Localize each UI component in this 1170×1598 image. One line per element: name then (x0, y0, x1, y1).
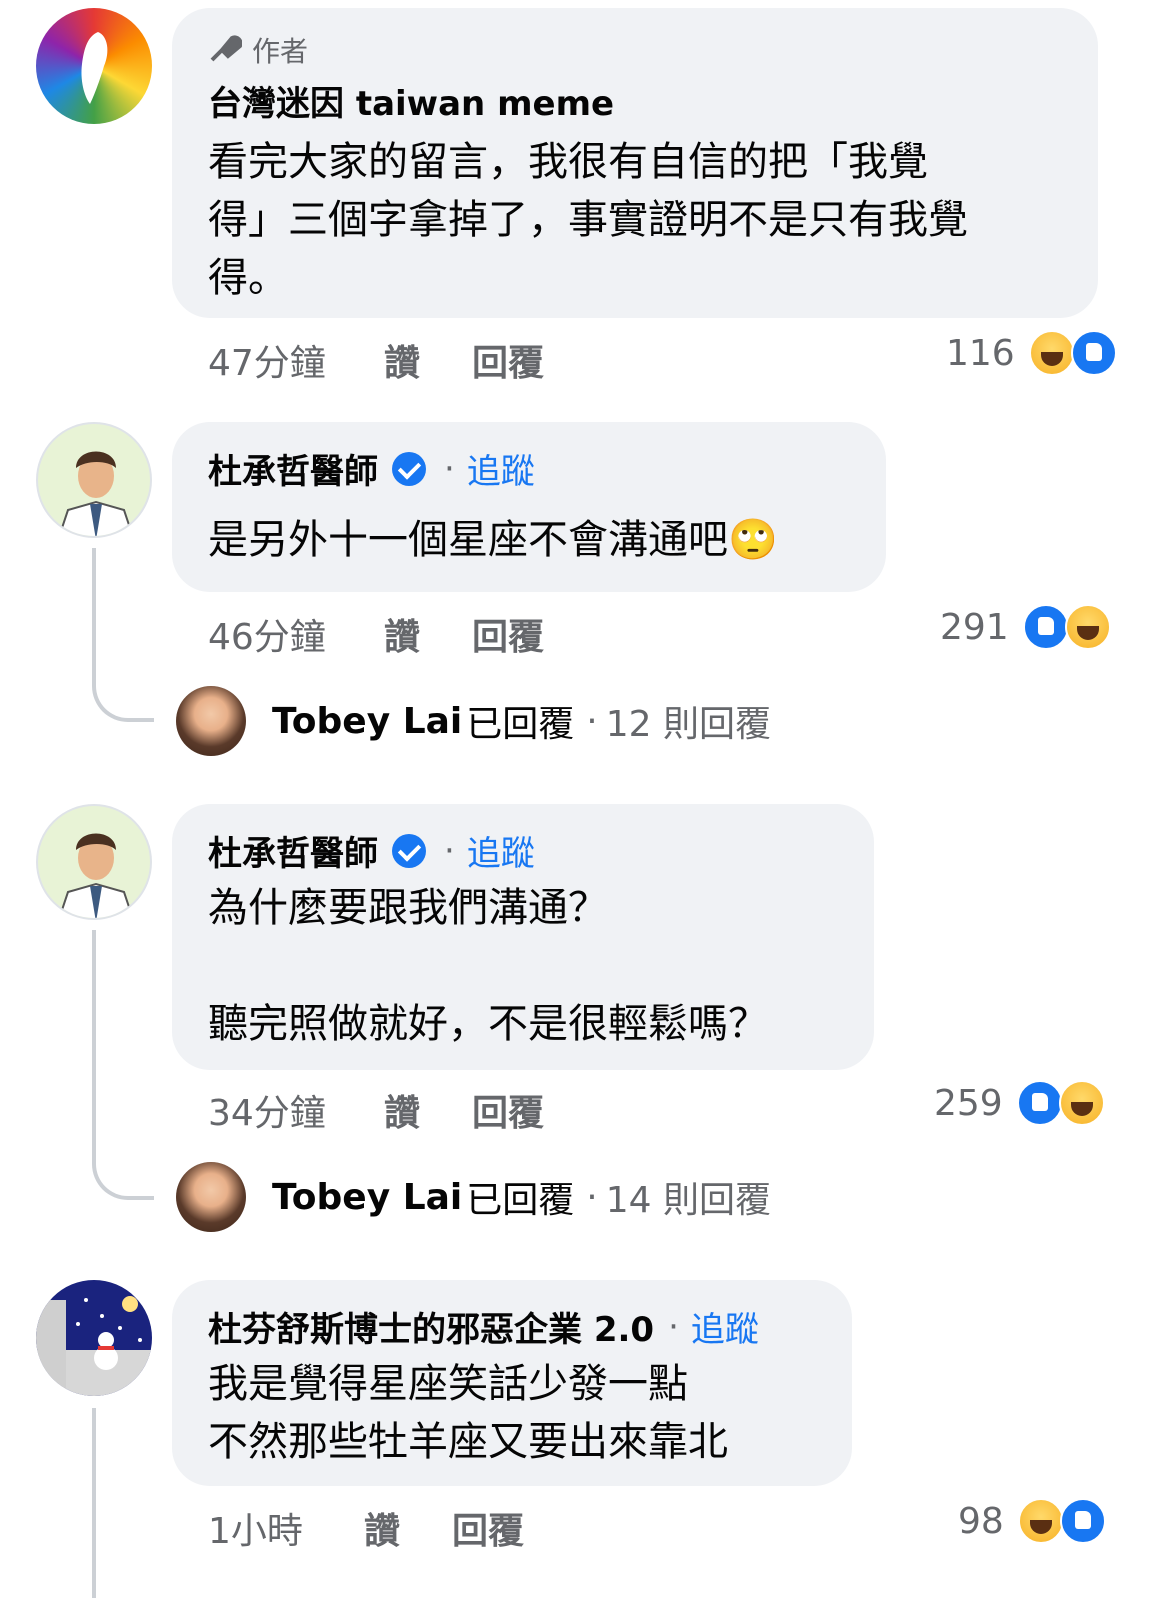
avatar-doctor[interactable] (36, 804, 152, 920)
like-button[interactable]: 讚 (384, 608, 472, 660)
haha-icon (1028, 330, 1075, 376)
avatar-taiwan-meme[interactable] (36, 8, 152, 124)
separator-dot: · (586, 700, 598, 742)
reply-author-name: Tobey Lai (272, 700, 463, 742)
comment-text-line: 聽完照做就好，不是很輕鬆嗎？ (208, 1001, 768, 1047)
follow-button[interactable]: 追蹤 (691, 1302, 759, 1351)
reply-count: 12 則回覆 (605, 704, 771, 745)
author-badge: 作者 (208, 30, 1062, 70)
comment-text: 我是覺得星座笑話少發一點 不然那些牡羊座又要出來靠北 (208, 1355, 816, 1471)
separator-dot: · (586, 1176, 598, 1218)
reaction-count: 116 (946, 332, 1015, 374)
haha-icon (1064, 604, 1111, 650)
reply-author-name: Tobey Lai (272, 1176, 463, 1218)
author-badge-label: 作者 (252, 35, 309, 68)
replied-label: 已回覆 (466, 704, 575, 745)
replies-link[interactable]: Tobey Lai 已回覆 · 12 則回覆 (176, 686, 771, 756)
replied-label: 已回覆 (466, 1180, 575, 1221)
reply-button[interactable]: 回覆 (472, 608, 544, 660)
reaction-count: 259 (934, 1082, 1003, 1124)
timestamp[interactable]: 34分鐘 (208, 1084, 384, 1136)
microphone-icon (208, 32, 243, 69)
commenter-name-row: 杜承哲醫師 · 追蹤 (208, 444, 850, 493)
comment-text: 為什麼要跟我們溝通？ 聽完照做就好，不是很輕鬆嗎？ (208, 879, 838, 1053)
commenter-name[interactable]: 杜承哲醫師 (208, 444, 378, 493)
like-icon (1022, 604, 1069, 650)
timestamp[interactable]: 47分鐘 (208, 334, 384, 386)
comment-bubble: 杜承哲醫師 · 追蹤 為什麼要跟我們溝通？ 聽完照做就好，不是很輕鬆嗎？ (172, 804, 874, 1070)
like-icon (1059, 1498, 1106, 1544)
reply-count: 14 則回覆 (605, 1180, 771, 1221)
comment-actions: 1小時 讚 回覆 (208, 1502, 524, 1554)
comment-text-line: 得。 (208, 255, 288, 301)
commenter-name-row: 杜承哲醫師 · 追蹤 (208, 826, 838, 875)
comment-bubble: 作者 台灣迷因 taiwan meme 看完大家的留言，我很有自信的把「我覺 得… (172, 8, 1098, 318)
separator-dot: · (668, 1306, 679, 1347)
commenter-name[interactable]: 台灣迷因 taiwan meme (208, 76, 1062, 125)
thread-connector (92, 548, 154, 722)
comment-bubble: 杜承哲醫師 · 追蹤 是另外十一個星座不會溝通吧🙄 (172, 422, 886, 592)
doctor-portrait (58, 451, 134, 536)
timestamp[interactable]: 1小時 (208, 1502, 364, 1554)
comment-text-line (208, 937, 838, 995)
commenter-name[interactable]: 杜承哲醫師 (208, 826, 378, 875)
comment-text-line: 為什麼要跟我們溝通？ (208, 885, 608, 931)
taiwan-map-icon (81, 32, 108, 104)
reply-button[interactable]: 回覆 (452, 1502, 524, 1554)
reaction-summary[interactable]: 98 (958, 1498, 1106, 1544)
comment-bubble: 杜芬舒斯博士的邪惡企業 2.0 · 追蹤 我是覺得星座笑話少發一點 不然那些牡羊… (172, 1280, 852, 1486)
verified-badge-icon (392, 451, 426, 486)
comment-text-line: 得」三個字拿掉了，事實證明不是只有我覺 (208, 197, 968, 243)
avatar-doctor[interactable] (36, 422, 152, 538)
replies-link[interactable]: Tobey Lai 已回覆 · 14 則回覆 (176, 1162, 771, 1232)
like-icon (1016, 1080, 1063, 1126)
reaction-count: 291 (940, 606, 1009, 648)
comment-actions: 46分鐘 讚 回覆 (208, 608, 544, 660)
reaction-count: 98 (958, 1500, 1004, 1542)
comment-text-line: 不然那些牡羊座又要出來靠北 (208, 1419, 728, 1465)
reaction-summary[interactable]: 259 (934, 1080, 1105, 1126)
snowman-night-picture (36, 1296, 152, 1396)
comment-text-line: 看完大家的留言，我很有自信的把「我覺 (208, 139, 928, 185)
comment-text: 看完大家的留言，我很有自信的把「我覺 得」三個字拿掉了，事實證明不是只有我覺 得… (208, 133, 1062, 307)
doctor-portrait (58, 833, 134, 918)
reaction-summary[interactable]: 116 (946, 330, 1117, 376)
follow-button[interactable]: 追蹤 (467, 826, 535, 875)
follow-button[interactable]: 追蹤 (467, 444, 535, 493)
separator-dot: · (444, 448, 455, 489)
comment-text-line: 我是覺得星座笑話少發一點 (208, 1361, 688, 1407)
haha-icon (1058, 1080, 1105, 1126)
thread-connector (92, 1408, 96, 1598)
reply-button[interactable]: 回覆 (472, 1084, 544, 1136)
avatar-tobey-lai[interactable] (176, 686, 246, 756)
like-button[interactable]: 讚 (384, 1084, 472, 1136)
like-button[interactable]: 讚 (384, 334, 472, 386)
reaction-summary[interactable]: 291 (940, 604, 1111, 650)
comment-text: 是另外十一個星座不會溝通吧🙄 (208, 511, 850, 569)
like-button[interactable]: 讚 (364, 1502, 452, 1554)
like-icon (1070, 330, 1117, 376)
avatar-doofenshmirtz[interactable] (36, 1280, 152, 1396)
timestamp[interactable]: 46分鐘 (208, 608, 384, 660)
comment-actions: 47分鐘 讚 回覆 (208, 334, 544, 386)
comment-text-line: 是另外十一個星座不會溝通吧🙄 (208, 517, 778, 563)
commenter-name[interactable]: 杜芬舒斯博士的邪惡企業 2.0 (208, 1302, 654, 1351)
comment-actions: 34分鐘 讚 回覆 (208, 1084, 544, 1136)
thread-connector (92, 930, 154, 1200)
commenter-name-row: 杜芬舒斯博士的邪惡企業 2.0 · 追蹤 (208, 1302, 816, 1351)
separator-dot: · (444, 830, 455, 871)
avatar-tobey-lai[interactable] (176, 1162, 246, 1232)
reply-button[interactable]: 回覆 (472, 334, 544, 386)
verified-badge-icon (392, 833, 426, 868)
haha-icon (1017, 1498, 1064, 1544)
